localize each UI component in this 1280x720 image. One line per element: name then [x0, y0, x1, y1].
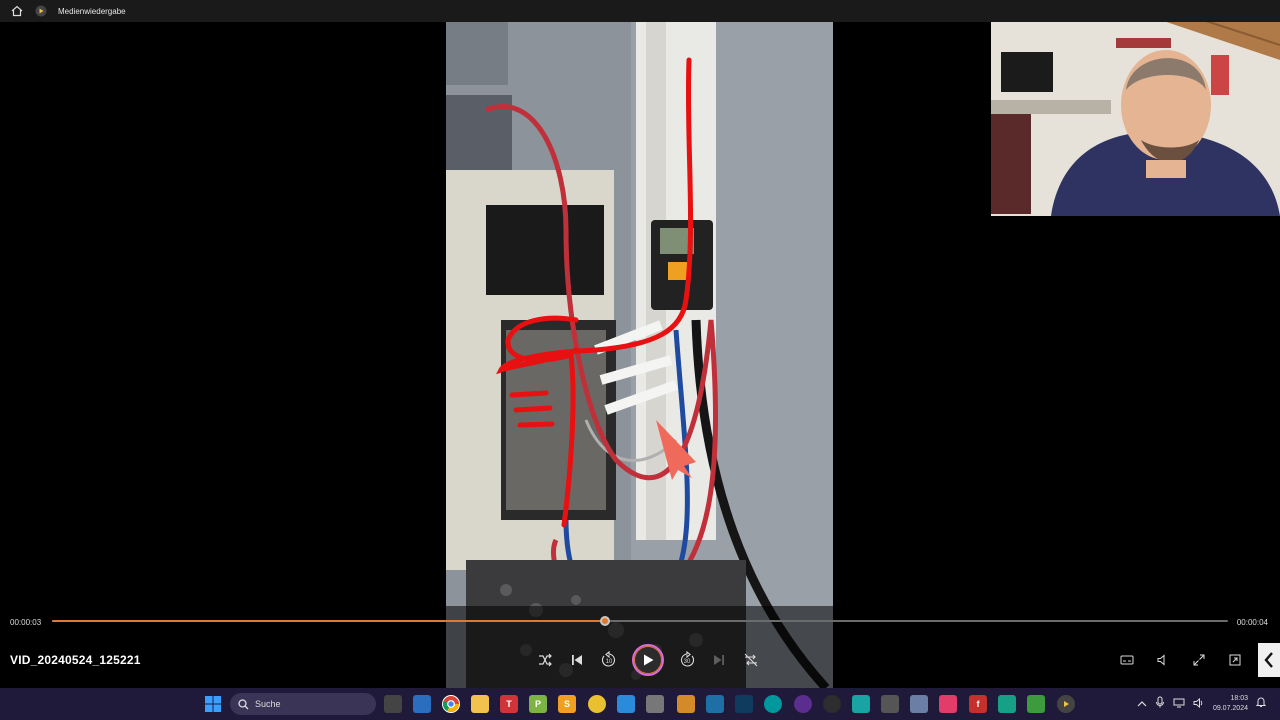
clock[interactable]: 18:03 09.07.2024 [1213, 694, 1248, 714]
duration-time: 00:00:04 [1236, 618, 1268, 627]
terminal-app-icon[interactable] [706, 695, 724, 713]
logo-app-icon[interactable] [735, 695, 753, 713]
shuffle-icon[interactable] [536, 651, 554, 669]
chrome-icon[interactable] [442, 695, 460, 713]
webcam-overlay [991, 0, 1280, 216]
circle-app-icon[interactable] [794, 695, 812, 713]
video-frame[interactable] [446, 0, 833, 688]
minecraft-icon[interactable] [1027, 695, 1045, 713]
taskbar-app-grey-icon[interactable] [646, 695, 664, 713]
obs-icon[interactable] [823, 695, 841, 713]
taskbar-search[interactable]: Suche [230, 693, 376, 715]
subtitles-icon[interactable] [1118, 651, 1136, 669]
next-icon[interactable] [710, 651, 728, 669]
taskbar-app-t-icon[interactable]: T [500, 695, 518, 713]
miniplayer-icon[interactable] [1226, 651, 1244, 669]
chevron-up-icon[interactable] [1137, 695, 1147, 713]
play-icon [644, 654, 654, 666]
title-bar: Medienwiedergabe [0, 0, 1280, 22]
previous-icon[interactable] [568, 651, 586, 669]
skip-back-button[interactable]: 10 [600, 651, 618, 669]
video-filename: VID_20240524_125221 [10, 653, 141, 667]
search-placeholder: Suche [255, 699, 281, 709]
azure-icon[interactable] [617, 695, 635, 713]
pen-tool-icon[interactable] [588, 695, 606, 713]
taskbar-app-p-icon[interactable]: P [529, 695, 547, 713]
remote-desktop-icon[interactable] [413, 695, 431, 713]
windows-taskbar: Suche T P S f 18:03 09.07.2024 [0, 688, 1280, 720]
arduino-icon[interactable] [764, 695, 782, 713]
home-icon[interactable] [10, 4, 24, 18]
skip-forward-button[interactable]: 30 [678, 651, 696, 669]
view-controls [1118, 651, 1244, 669]
speaker-icon[interactable] [1193, 695, 1205, 713]
skip-forward-label: 30 [684, 659, 691, 665]
media-player-icon [34, 4, 48, 18]
taskbar-app-s-icon[interactable]: S [558, 695, 576, 713]
volume-icon[interactable] [1154, 651, 1172, 669]
clipboard-app-icon[interactable] [677, 695, 695, 713]
sidebar-app-icon[interactable] [852, 695, 870, 713]
skip-back-label: 10 [606, 659, 613, 665]
seek-bar-thumb[interactable] [599, 616, 610, 626]
calculator-icon[interactable] [881, 695, 899, 713]
system-tray: 18:03 09.07.2024 [1137, 694, 1267, 714]
taskbar-app-f-icon[interactable]: f [969, 695, 987, 713]
snip-tool-icon[interactable] [939, 695, 957, 713]
microphone-icon[interactable] [1155, 695, 1165, 713]
camera-icon[interactable] [910, 695, 928, 713]
seek-bar-progress [52, 620, 605, 622]
repeat-off-icon[interactable] [742, 651, 760, 669]
playback-controls: 10 30 [536, 644, 760, 676]
media-player-taskbar-icon[interactable] [1057, 695, 1075, 713]
file-explorer-icon[interactable] [471, 695, 489, 713]
clock-time: 18:03 [1230, 695, 1248, 702]
seek-bar[interactable] [52, 616, 1228, 626]
chevron-left-icon [1264, 652, 1273, 668]
play-button[interactable] [632, 644, 664, 676]
network-icon[interactable] [1173, 695, 1185, 713]
cursor-app-icon[interactable] [998, 695, 1016, 713]
search-icon [238, 698, 249, 709]
clock-date: 09.07.2024 [1212, 705, 1248, 712]
windows-start-icon[interactable] [204, 695, 222, 713]
task-view-icon[interactable] [384, 695, 402, 713]
fullscreen-icon[interactable] [1190, 651, 1208, 669]
window-title: Medienwiedergabe [58, 6, 126, 16]
current-time: 00:00:03 [10, 618, 42, 627]
notification-bell-icon[interactable] [1255, 695, 1267, 713]
collapse-panel-handle[interactable] [1258, 643, 1280, 677]
